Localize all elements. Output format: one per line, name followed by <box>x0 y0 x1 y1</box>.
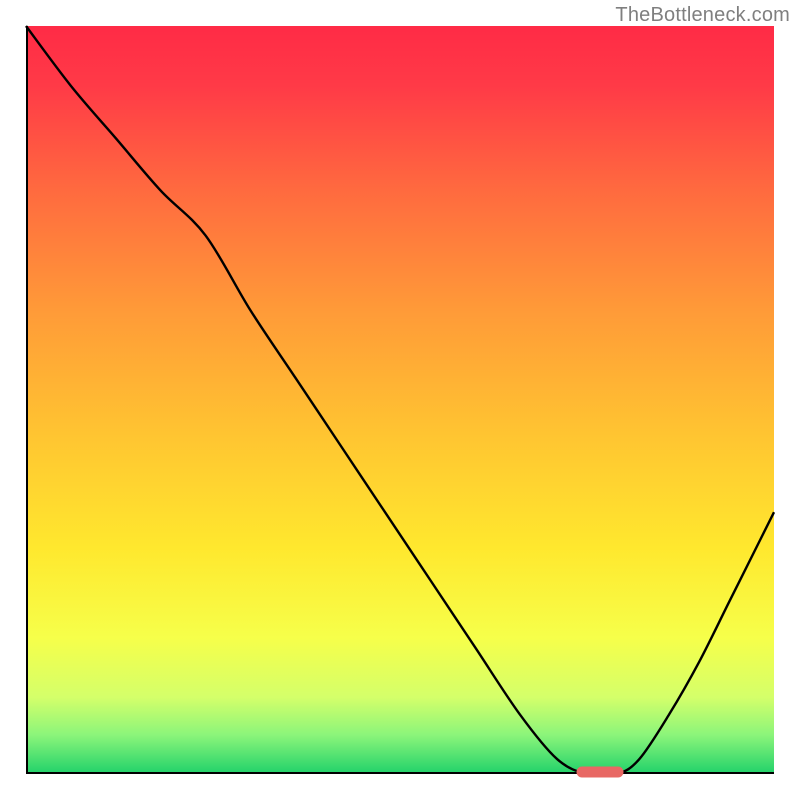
chart-stage: TheBottleneck.com <box>0 0 800 800</box>
watermark: TheBottleneck.com <box>615 4 790 27</box>
bottleneck-curve-path <box>26 26 774 776</box>
bottleneck-curve <box>26 26 774 774</box>
optimal-marker <box>577 767 624 778</box>
